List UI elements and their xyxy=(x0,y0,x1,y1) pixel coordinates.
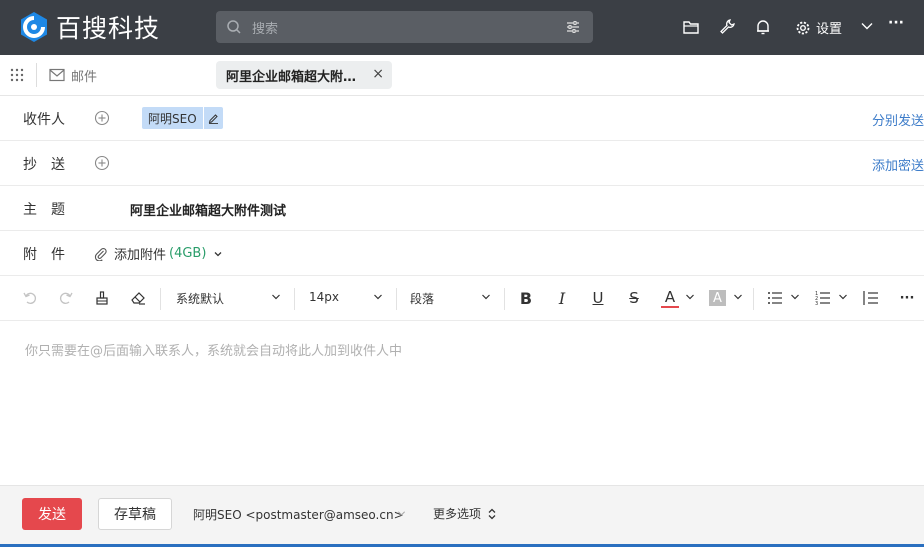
search-icon xyxy=(227,20,241,34)
filter-icon[interactable] xyxy=(565,19,581,35)
attach-label: 附 件 xyxy=(23,247,65,263)
recipient-chip[interactable]: 阿明SEO xyxy=(142,107,223,129)
cc-label: 抄 送 xyxy=(23,157,65,173)
more-options-label: 更多选项 xyxy=(433,507,482,521)
chevron-down-icon xyxy=(272,294,280,300)
settings-button[interactable]: 设置 xyxy=(795,18,842,37)
undo-icon[interactable] xyxy=(21,289,39,307)
underline-button[interactable]: U xyxy=(589,289,607,307)
toolbar-divider xyxy=(504,288,505,310)
chevron-down-icon xyxy=(397,511,406,516)
send-button[interactable]: 发送 xyxy=(22,498,82,530)
add-cc-icon[interactable] xyxy=(94,155,110,171)
strikethrough-button[interactable]: S xyxy=(625,289,643,307)
edit-recipient-button[interactable] xyxy=(202,107,223,129)
attachment-size-limit: (4GB) xyxy=(169,246,207,261)
add-attachment-button[interactable]: 添加附件 (4GB) xyxy=(94,244,223,263)
redo-icon[interactable] xyxy=(57,289,75,307)
svg-text:3: 3 xyxy=(815,301,818,307)
format-painter-icon[interactable] xyxy=(93,289,111,307)
chevron-down-icon[interactable] xyxy=(860,19,874,33)
to-label: 收件人 xyxy=(23,112,65,128)
apps-grid-icon[interactable] xyxy=(10,68,24,82)
italic-button[interactable]: I xyxy=(553,289,571,308)
chevron-up-down-icon xyxy=(488,508,496,519)
top-bar: 百搜科技 搜索 设置 ··· xyxy=(0,0,924,55)
chevron-down-icon xyxy=(686,294,694,300)
tab-mail-label: 邮件 xyxy=(71,69,98,85)
bold-button[interactable]: B xyxy=(517,289,535,308)
paragraph-select[interactable]: 段落 xyxy=(410,290,434,307)
chevron-down-icon xyxy=(214,251,222,256)
to-row: 收件人 阿明SEO 分别发送 xyxy=(0,96,924,141)
close-tab-icon[interactable]: × xyxy=(372,66,384,82)
mail-icon xyxy=(49,68,65,82)
add-bcc-link[interactable]: 添加密送 xyxy=(872,155,924,174)
folder-icon[interactable] xyxy=(682,18,700,36)
compose-footer: 发送 存草稿 阿明SEO <postmaster@amseo.cn> 更多选项 xyxy=(0,485,924,547)
toolbar-divider xyxy=(753,288,754,310)
chevron-down-icon xyxy=(734,294,742,300)
bullet-list-icon[interactable] xyxy=(766,289,784,307)
font-family-select[interactable]: 系统默认 xyxy=(176,290,224,307)
subject-input[interactable]: 阿里企业邮箱超大附件测试 xyxy=(130,200,286,219)
recipient-chip-name: 阿明SEO xyxy=(148,112,197,126)
tab-compose[interactable]: 阿里企业邮箱超大附… × xyxy=(216,61,392,89)
line-height-icon[interactable] xyxy=(862,289,880,307)
toolbar-divider xyxy=(396,288,397,310)
background-color-button[interactable]: A xyxy=(709,290,726,306)
logo-mark-icon xyxy=(21,12,47,42)
app-logo[interactable]: 百搜科技 xyxy=(16,8,160,46)
chevron-down-icon xyxy=(791,294,799,300)
numbered-list-icon[interactable]: 1 2 3 xyxy=(814,289,832,307)
search-input[interactable]: 搜索 xyxy=(252,18,278,37)
pencil-icon xyxy=(208,113,218,124)
bell-icon[interactable] xyxy=(754,18,772,36)
tab-mail[interactable]: 邮件 xyxy=(36,63,97,87)
font-color-button[interactable]: A xyxy=(661,288,679,308)
chevron-down-icon xyxy=(482,294,490,300)
send-separately-link[interactable]: 分别发送 xyxy=(872,110,924,129)
add-recipient-icon[interactable] xyxy=(94,110,110,126)
chevron-down-icon xyxy=(839,294,847,300)
chevron-down-icon xyxy=(374,294,382,300)
font-size-select[interactable]: 14px xyxy=(309,290,339,304)
sender-select[interactable]: 阿明SEO <postmaster@amseo.cn> xyxy=(193,506,404,523)
logo-text: 百搜科技 xyxy=(56,14,161,43)
save-draft-button[interactable]: 存草稿 xyxy=(98,498,172,530)
add-attachment-label: 添加附件 xyxy=(114,248,167,263)
search-box[interactable]: 搜索 xyxy=(216,11,593,43)
gear-icon xyxy=(796,21,810,34)
eraser-icon[interactable] xyxy=(129,289,147,307)
more-options-button[interactable]: 更多选项 xyxy=(433,505,497,522)
attachment-row: 附 件 添加附件 (4GB) xyxy=(0,231,924,276)
subject-label: 主 题 xyxy=(23,202,65,218)
editor-placeholder: 你只需要在@后面输入联系人，系统就会自动将此人加到收件人中 xyxy=(25,344,403,359)
wrench-icon[interactable] xyxy=(718,18,736,36)
settings-label: 设置 xyxy=(816,22,843,37)
tab-compose-label: 阿里企业邮箱超大附… xyxy=(226,69,357,85)
subject-row: 主 题 阿里企业邮箱超大附件测试 xyxy=(0,186,924,231)
editor-toolbar: 系统默认 14px 段落 B I U S A A 1 2 3 ··· xyxy=(0,276,924,321)
cc-row: 抄 送 添加密送 xyxy=(0,141,924,186)
tab-bar: 邮件 阿里企业邮箱超大附… × xyxy=(0,55,924,96)
toolbar-divider xyxy=(160,288,161,310)
more-tools-button[interactable]: ··· xyxy=(898,289,916,307)
more-menu-button[interactable]: ··· xyxy=(888,15,904,31)
toolbar-divider xyxy=(294,288,295,310)
paperclip-icon xyxy=(94,247,107,261)
